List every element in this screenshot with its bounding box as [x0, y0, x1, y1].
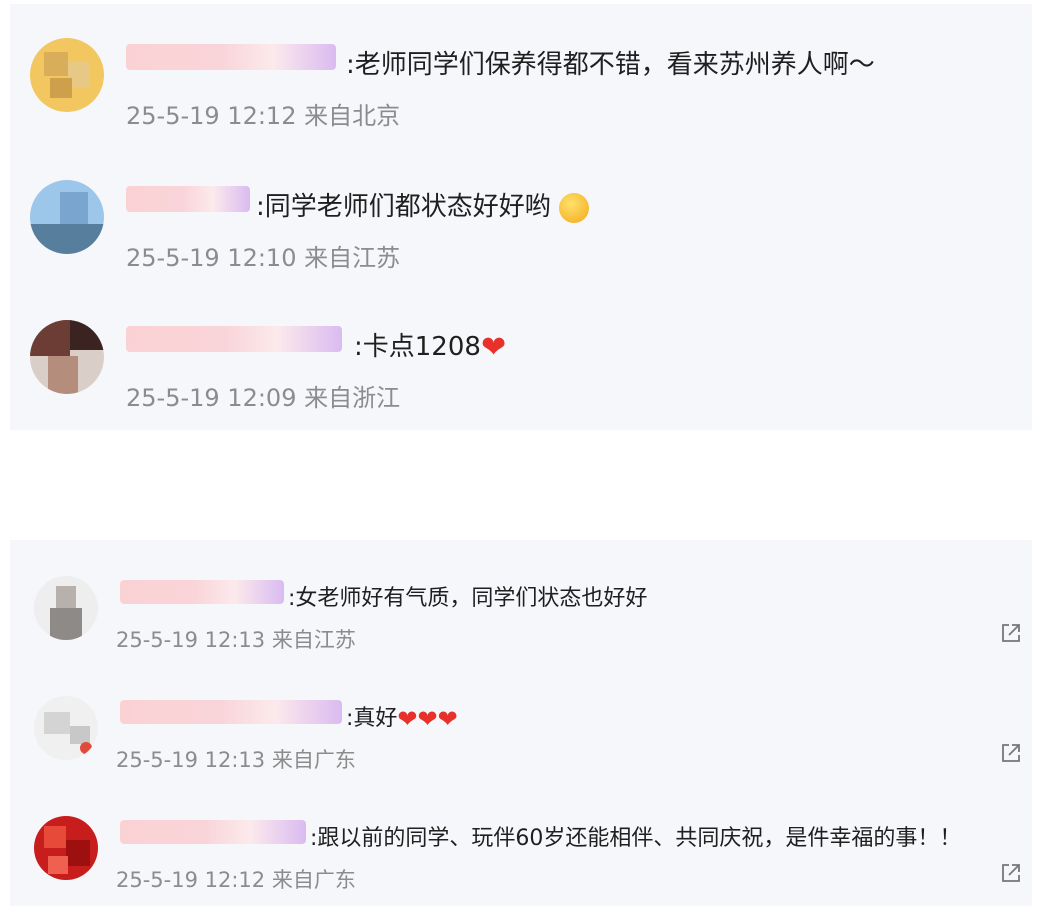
comment-meta: 25-5-19 12:09 来自浙江 [126, 384, 401, 412]
share-icon[interactable] [1000, 862, 1022, 884]
comment-meta: 25-5-19 12:13 来自江苏 [116, 628, 356, 652]
avatar[interactable] [30, 320, 104, 394]
comment-panel-bottom: :女老师好有气质，同学们状态也好好 25-5-19 12:13 来自江苏 :真好… [10, 540, 1032, 906]
share-icon[interactable] [1000, 742, 1022, 764]
comment-text: :老师同学们保养得都不错，看来苏州养人啊～ [346, 50, 875, 80]
avatar[interactable] [30, 180, 104, 254]
comment-text: :同学老师们都状态好好哟 [256, 186, 590, 223]
username-blurred[interactable] [120, 820, 306, 844]
comment-panel-top: :老师同学们保养得都不错，看来苏州养人啊～ 25-5-19 12:12 来自北京… [10, 4, 1032, 430]
heart-icon: ❤ [437, 705, 458, 733]
avatar[interactable] [34, 576, 98, 640]
comment-text: :跟以前的同学、玩伴60岁还能相伴、共同庆祝，是件幸福的事！！ [310, 826, 962, 851]
share-icon[interactable] [1000, 622, 1022, 644]
avatar[interactable] [34, 816, 98, 880]
comment-meta: 25-5-19 12:13 来自广东 [116, 748, 356, 772]
avatar[interactable] [30, 38, 104, 112]
comment-meta: 25-5-19 12:10 来自江苏 [126, 244, 401, 272]
comment-text: :卡点1208❤ [354, 330, 507, 365]
comment-meta: 25-5-19 12:12 来自广东 [116, 868, 356, 892]
username-blurred[interactable] [126, 186, 250, 212]
username-blurred[interactable] [120, 580, 284, 604]
comment-text: :女老师好有气质，同学们状态也好好 [288, 586, 648, 611]
avatar[interactable] [34, 696, 98, 760]
blush-emoji-icon [559, 192, 590, 223]
heart-icon: ❤ [397, 705, 418, 733]
comment-text: :真好❤❤❤ [346, 705, 458, 733]
heart-icon: ❤ [480, 330, 507, 365]
username-blurred[interactable] [126, 326, 342, 352]
heart-icon: ❤ [417, 705, 438, 733]
username-blurred[interactable] [120, 700, 342, 724]
comment-meta: 25-5-19 12:12 来自北京 [126, 102, 401, 130]
username-blurred[interactable] [126, 44, 336, 70]
